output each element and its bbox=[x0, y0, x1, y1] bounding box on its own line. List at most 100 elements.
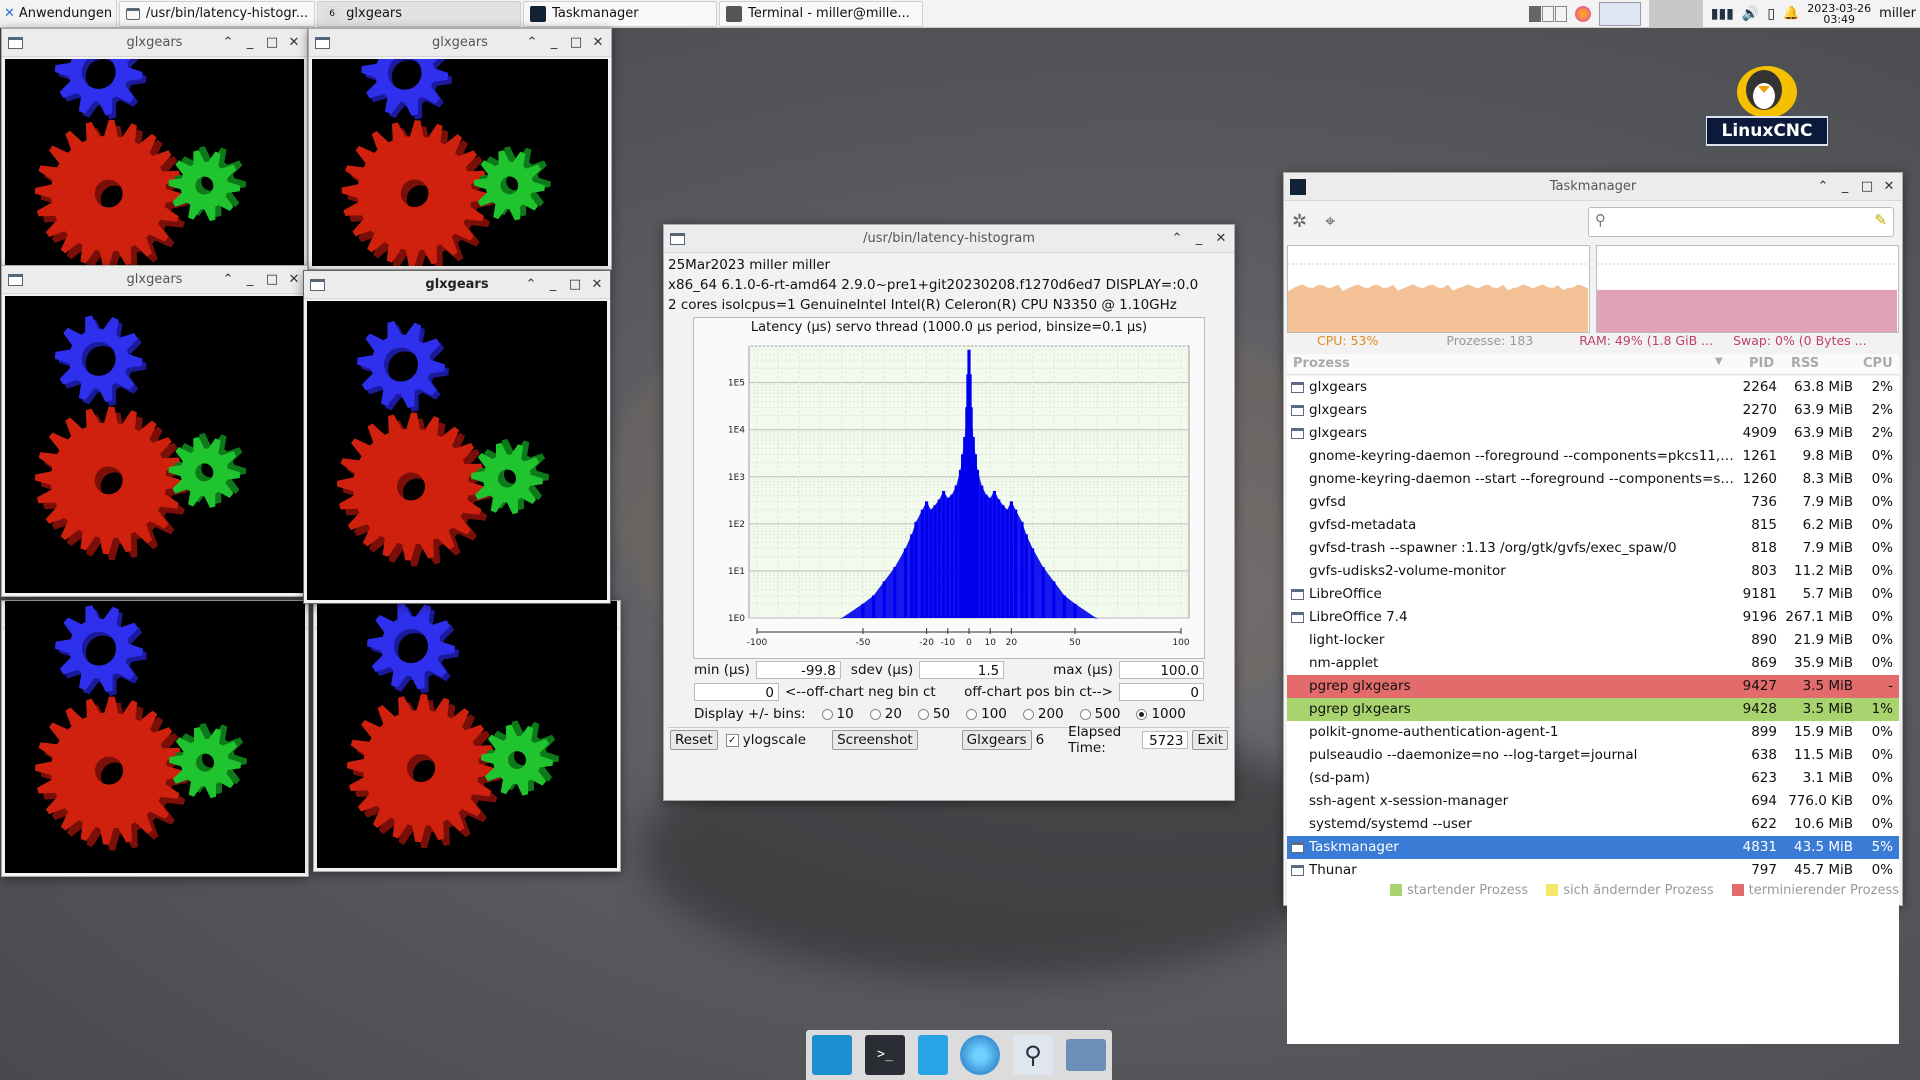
volume-icon[interactable]: 🔊 bbox=[1742, 6, 1759, 22]
bins-radio-10[interactable]: 10 bbox=[821, 706, 854, 722]
rollup-button[interactable]: ⌃ bbox=[522, 276, 540, 294]
titlebar[interactable]: Taskmanager ⌃ _ □ ✕ bbox=[1284, 173, 1902, 201]
glxgears-window-6-active[interactable]: glxgears ⌃ _ □ ✕ bbox=[303, 270, 611, 604]
table-row[interactable]: systemd/systemd --user 622 10.6 MiB 0% bbox=[1287, 813, 1899, 836]
minimize-button[interactable]: _ bbox=[544, 276, 562, 294]
rollup-button[interactable]: ⌃ bbox=[1814, 178, 1832, 196]
table-row[interactable]: glxgears 4909 63.9 MiB 2% bbox=[1287, 422, 1899, 445]
clock[interactable]: 2023-03-26 03:49 bbox=[1807, 3, 1871, 25]
home-folder-dock-icon[interactable] bbox=[1065, 1039, 1106, 1071]
titlebar[interactable]: /usr/bin/latency-histogram ⌃ _ ✕ bbox=[664, 225, 1234, 253]
glxgears-window-3[interactable]: glxgears bbox=[1, 600, 309, 877]
reset-button[interactable]: Reset bbox=[670, 730, 718, 750]
close-button[interactable]: ✕ bbox=[285, 34, 303, 52]
table-row[interactable]: gvfsd 736 7.9 MiB 0% bbox=[1287, 491, 1899, 514]
clear-search-icon[interactable]: ✎ bbox=[1874, 211, 1887, 229]
taskbar-item-terminal[interactable]: Terminal - miller@mille... bbox=[719, 0, 924, 27]
table-row[interactable]: gvfs-udisks2-volume-monitor 803 11.2 MiB 0% bbox=[1287, 560, 1899, 583]
table-row[interactable]: nm-applet 869 35.9 MiB 0% bbox=[1287, 652, 1899, 675]
maximize-button[interactable]: □ bbox=[263, 34, 281, 52]
table-row[interactable]: pulseaudio --daemonize=no --log-target=j… bbox=[1287, 744, 1899, 767]
col-header-process[interactable]: Prozess bbox=[1293, 356, 1350, 371]
maximize-button[interactable]: □ bbox=[566, 276, 584, 294]
exit-button[interactable]: Exit bbox=[1192, 730, 1228, 750]
taskmanager-window[interactable]: Taskmanager ⌃ _ □ ✕ ✲ ⌖ ⚲ ✎ CPU: 53% Prozes… bbox=[1283, 172, 1903, 1044]
table-row[interactable]: LibreOffice 9181 5.7 MiB 0% bbox=[1287, 583, 1899, 606]
crosshair-select-icon[interactable]: ⌖ bbox=[1325, 211, 1335, 232]
gears-canvas[interactable] bbox=[5, 601, 305, 873]
titlebar[interactable]: glxgears ⌃ _ □ ✕ bbox=[2, 29, 307, 57]
table-row[interactable]: gnome-keyring-daemon --start --foregroun… bbox=[1287, 468, 1899, 491]
table-row[interactable]: Taskmanager 4831 43.5 MiB 5% bbox=[1287, 836, 1899, 859]
minimize-button[interactable]: _ bbox=[545, 34, 563, 52]
maximize-button[interactable]: □ bbox=[263, 271, 281, 289]
table-row[interactable]: glxgears 2270 63.9 MiB 2% bbox=[1287, 399, 1899, 422]
gears-canvas[interactable] bbox=[312, 59, 608, 266]
screenshot-button[interactable]: Screenshot bbox=[832, 730, 918, 750]
table-row[interactable]: ssh-agent x-session-manager 694 776.0 KiB 0… bbox=[1287, 790, 1899, 813]
search-input[interactable]: ⚲ ✎ bbox=[1588, 207, 1894, 237]
bins-radio-500[interactable]: 500 bbox=[1079, 706, 1120, 722]
col-header-rss[interactable]: RSS bbox=[1791, 356, 1819, 371]
titlebar[interactable]: glxgears ⌃ _ □ ✕ bbox=[309, 29, 611, 57]
table-row[interactable]: pgrep glxgears 9427 3.5 MiB - bbox=[1287, 675, 1899, 698]
table-row[interactable]: gvfsd-metadata 815 6.2 MiB 0% bbox=[1287, 514, 1899, 537]
bins-radio-100[interactable]: 100 bbox=[966, 706, 1007, 722]
close-button[interactable]: ✕ bbox=[285, 271, 303, 289]
gears-canvas[interactable] bbox=[5, 59, 304, 266]
maximize-button[interactable]: □ bbox=[1858, 178, 1876, 196]
bins-radio-20[interactable]: 20 bbox=[869, 706, 902, 722]
maximize-button[interactable]: □ bbox=[567, 34, 585, 52]
rollup-button[interactable]: ⌃ bbox=[1168, 230, 1186, 248]
gears-canvas[interactable] bbox=[5, 296, 304, 593]
show-desktop-icon[interactable] bbox=[1598, 1, 1641, 26]
table-row[interactable]: polkit-gnome-authentication-agent-1 899 15… bbox=[1287, 721, 1899, 744]
taskbar-item-latency-histogram[interactable]: /usr/bin/latency-histogr... bbox=[119, 0, 316, 27]
network-signal-icon[interactable]: ▮▮▮ bbox=[1711, 6, 1734, 22]
settings-tools-icon[interactable]: ✲ bbox=[1292, 211, 1307, 232]
col-header-cpu[interactable]: CPU bbox=[1863, 356, 1893, 371]
process-list[interactable]: glxgears 2264 63.8 MiB 2% glxgears 2270 63.9 M… bbox=[1287, 376, 1899, 1044]
taskbar-item-taskmanager[interactable]: Taskmanager bbox=[523, 0, 718, 27]
table-row[interactable]: glxgears 2264 63.8 MiB 2% bbox=[1287, 376, 1899, 399]
glxgears-window-5[interactable]: glxgears ⌃ _ □ ✕ bbox=[1, 265, 308, 597]
workspace-switcher[interactable] bbox=[1528, 5, 1567, 22]
battery-icon[interactable]: ▯ bbox=[1767, 6, 1775, 22]
notifications-bell-icon[interactable]: 🔔 bbox=[1783, 6, 1799, 21]
minimize-button[interactable]: _ bbox=[1190, 230, 1208, 248]
firefox-icon[interactable] bbox=[1574, 5, 1591, 22]
user-name[interactable]: miller bbox=[1879, 6, 1916, 21]
taskbar-item-glxgears[interactable]: 6 glxgears bbox=[317, 0, 522, 27]
file-manager-dock-icon[interactable] bbox=[917, 1035, 948, 1075]
gears-canvas[interactable] bbox=[317, 601, 617, 868]
bins-radio-50[interactable]: 50 bbox=[917, 706, 950, 722]
close-button[interactable]: ✕ bbox=[589, 34, 607, 52]
table-row[interactable]: gvfsd-trash --spawner :1.13 /org/gtk/gvf… bbox=[1287, 537, 1899, 560]
terminal-dock-icon[interactable]: >_ bbox=[864, 1035, 905, 1075]
table-row[interactable]: (sd-pam) 623 3.1 MiB 0% bbox=[1287, 767, 1899, 790]
table-row[interactable]: LibreOffice 7.4 9196 267.1 MiB 0% bbox=[1287, 606, 1899, 629]
close-button[interactable]: ✕ bbox=[1880, 178, 1898, 196]
minimize-button[interactable]: _ bbox=[241, 271, 259, 289]
glxgears-window-1[interactable]: glxgears ⌃ _ □ ✕ bbox=[1, 28, 308, 270]
close-button[interactable]: ✕ bbox=[588, 276, 606, 294]
close-button[interactable]: ✕ bbox=[1212, 230, 1230, 248]
col-header-pid[interactable]: PID bbox=[1749, 356, 1774, 371]
rollup-button[interactable]: ⌃ bbox=[523, 34, 541, 52]
latency-histogram-window[interactable]: /usr/bin/latency-histogram ⌃ _ ✕ 25Mar2023… bbox=[663, 224, 1235, 801]
ylogscale-checkbox[interactable]: ✓ ylogscale bbox=[725, 732, 806, 748]
show-desktop-dock-icon[interactable] bbox=[812, 1035, 853, 1075]
titlebar[interactable]: glxgears ⌃ _ □ ✕ bbox=[2, 266, 307, 294]
rollup-button[interactable]: ⌃ bbox=[219, 34, 237, 52]
table-row[interactable]: pgrep glxgears 9428 3.5 MiB 1% bbox=[1287, 698, 1899, 721]
applications-menu[interactable]: ✕ Anwendungen bbox=[0, 0, 118, 27]
titlebar[interactable]: glxgears ⌃ _ □ ✕ bbox=[304, 271, 610, 299]
web-browser-dock-icon[interactable] bbox=[960, 1035, 1001, 1075]
app-finder-dock-icon[interactable]: ⚲ bbox=[1012, 1035, 1053, 1075]
glxgears-button[interactable]: Glxgears bbox=[961, 730, 1032, 750]
table-row[interactable]: gnome-keyring-daemon --foreground --comp… bbox=[1287, 445, 1899, 468]
minimize-button[interactable]: _ bbox=[241, 34, 259, 52]
glxgears-window-4[interactable]: glxgears bbox=[313, 600, 621, 872]
rollup-button[interactable]: ⌃ bbox=[219, 271, 237, 289]
bins-radio-200[interactable]: 200 bbox=[1022, 706, 1064, 722]
